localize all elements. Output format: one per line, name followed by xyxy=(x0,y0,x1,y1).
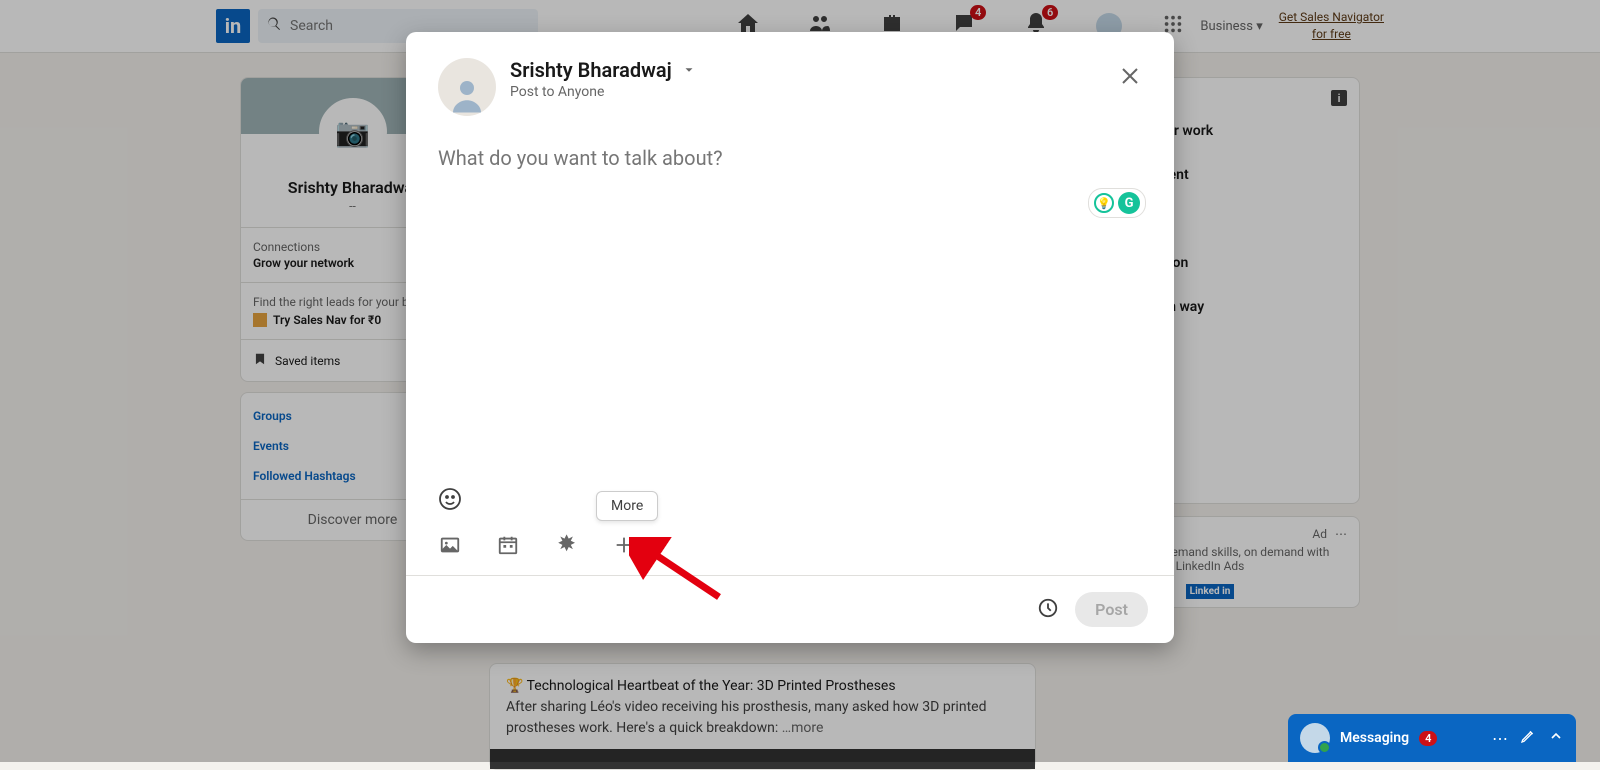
author-selector[interactable]: Srishty Bharadwaj Post to Anyone xyxy=(510,58,696,100)
chevron-up-icon[interactable] xyxy=(1548,728,1564,748)
author-name: Srishty Bharadwaj xyxy=(510,58,672,82)
image-icon[interactable] xyxy=(438,533,462,557)
create-post-modal: Srishty Bharadwaj Post to Anyone 💡 G xyxy=(406,32,1174,643)
close-button[interactable] xyxy=(1112,58,1148,94)
post-editor[interactable] xyxy=(438,146,1142,406)
messaging-avatar xyxy=(1300,723,1330,753)
grammarly-widget[interactable]: 💡 G xyxy=(1088,188,1146,218)
more-button[interactable] xyxy=(612,533,636,557)
messaging-title: Messaging xyxy=(1340,730,1409,746)
more-tooltip: More xyxy=(596,491,658,521)
emoji-button[interactable] xyxy=(438,496,462,515)
messaging-badge: 4 xyxy=(1419,731,1437,746)
post-visibility: Post to Anyone xyxy=(510,84,696,100)
schedule-icon[interactable] xyxy=(1037,597,1059,623)
messaging-more-icon[interactable]: ⋯ xyxy=(1492,729,1508,748)
grammarly-suggest-icon: 💡 xyxy=(1094,193,1114,213)
chevron-down-icon xyxy=(682,58,696,82)
messaging-bar[interactable]: Messaging 4 ⋯ xyxy=(1288,714,1576,762)
grammarly-icon: G xyxy=(1118,192,1140,214)
calendar-icon[interactable] xyxy=(496,533,520,557)
post-button[interactable]: Post xyxy=(1075,592,1148,627)
compose-icon[interactable] xyxy=(1520,728,1536,748)
author-avatar[interactable] xyxy=(438,58,496,116)
starburst-icon[interactable] xyxy=(554,533,578,557)
